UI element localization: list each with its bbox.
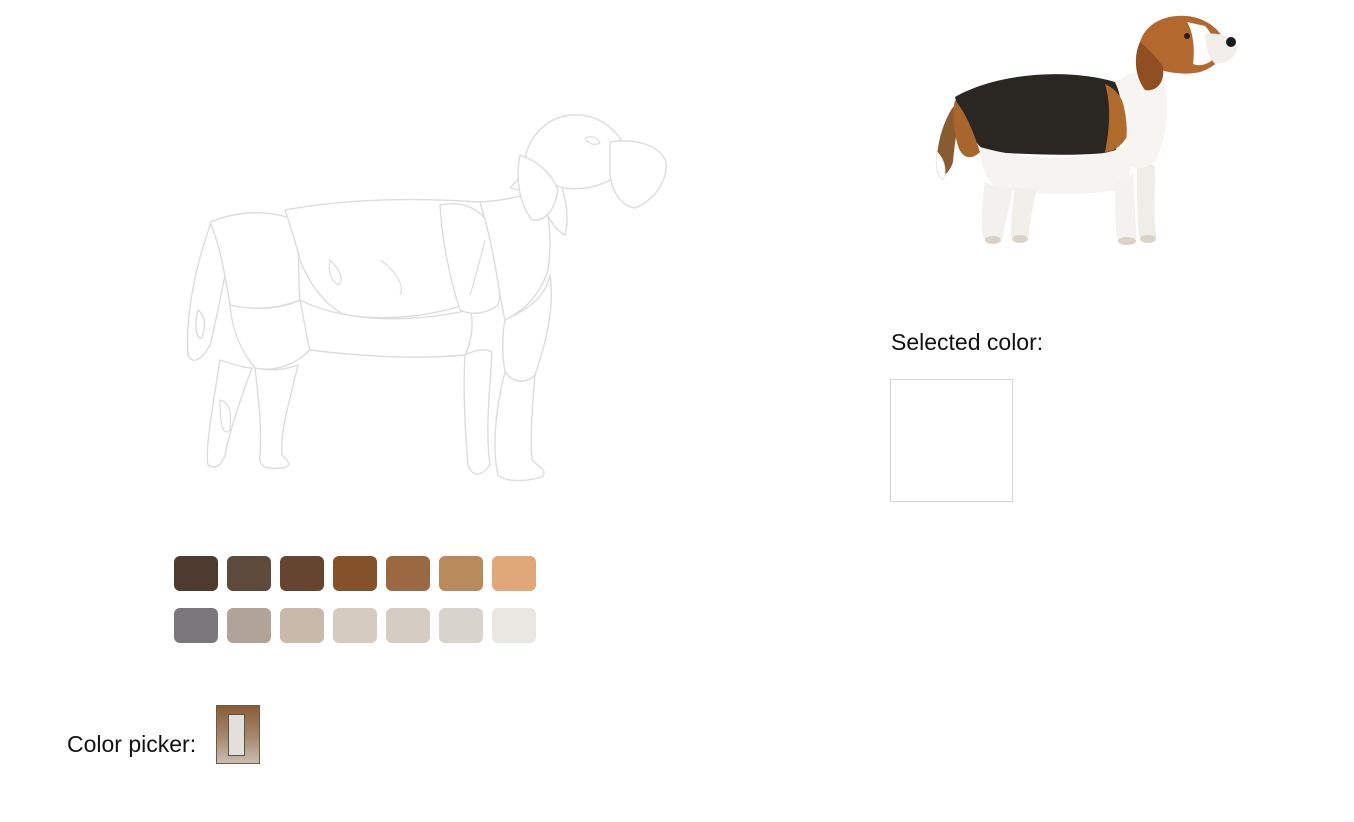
light-swatch-6[interactable] <box>439 608 483 643</box>
palette-row-light <box>174 608 544 643</box>
region-front-leg-lower[interactable] <box>494 371 545 482</box>
dark-swatch-6[interactable] <box>439 556 483 591</box>
color-palette <box>174 556 544 660</box>
reference-photo <box>925 12 1245 257</box>
light-swatch-1[interactable] <box>174 608 218 643</box>
color-picker-thumb[interactable] <box>228 714 245 756</box>
region-hind-leg-lower[interactable] <box>254 364 299 470</box>
region-muzzle[interactable] <box>609 140 667 209</box>
dog-outline-icon <box>186 114 667 482</box>
region-front-leg-back[interactable] <box>463 349 493 475</box>
color-picker[interactable] <box>216 705 260 764</box>
beagle-photo-icon <box>935 15 1237 245</box>
dark-swatch-2[interactable] <box>227 556 271 591</box>
dark-swatch-4[interactable] <box>333 556 377 591</box>
region-rump[interactable] <box>209 212 301 309</box>
palette-row-dark <box>174 556 544 591</box>
light-swatch-2[interactable] <box>227 608 271 643</box>
coloring-app: Color picker: Selected color: <box>0 0 1354 822</box>
light-swatch-7[interactable] <box>492 608 536 643</box>
light-swatch-4[interactable] <box>333 608 377 643</box>
region-hind-leg-upper[interactable] <box>229 299 311 370</box>
dark-swatch-5[interactable] <box>386 556 430 591</box>
dark-swatch-7[interactable] <box>492 556 536 591</box>
dark-swatch-1[interactable] <box>174 556 218 591</box>
selected-color-preview <box>890 379 1013 502</box>
light-swatch-3[interactable] <box>280 608 324 643</box>
dog-outline-canvas <box>180 110 675 495</box>
selected-color-label: Selected color: <box>891 329 1044 355</box>
light-swatch-5[interactable] <box>386 608 430 643</box>
color-picker-label: Color picker: <box>67 731 197 757</box>
dark-swatch-3[interactable] <box>280 556 324 591</box>
